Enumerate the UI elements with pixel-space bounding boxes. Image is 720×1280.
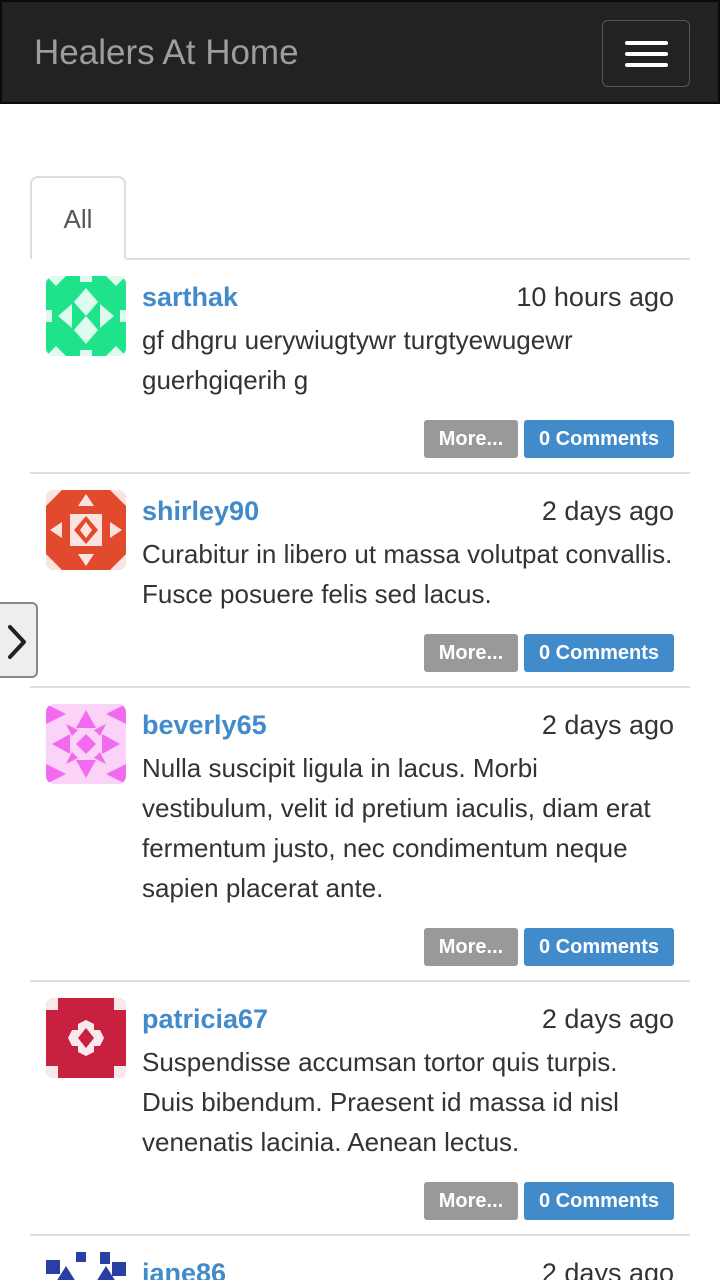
navbar: Healers At Home <box>0 0 720 104</box>
avatar-pattern-image <box>46 998 126 1078</box>
avatar-pattern-image <box>46 704 126 784</box>
chevron-right-icon <box>8 625 26 659</box>
avatar-pattern-image <box>46 490 126 570</box>
post-body: Nulla suscipit ligula in lacus. Morbi ve… <box>142 753 651 903</box>
side-panel-toggle[interactable] <box>0 602 38 678</box>
avatar[interactable] <box>46 998 126 1078</box>
list-item: shirley90 2 days ago Curabitur in libero… <box>30 474 690 688</box>
menu-bar <box>625 52 668 56</box>
more-button[interactable]: More... <box>424 634 518 672</box>
list-item: sarthak 10 hours ago gf dhgru uerywiugty… <box>30 260 690 474</box>
avatar-pattern-image <box>46 276 126 356</box>
post-body: Suspendisse accumsan tortor quis turpis.… <box>142 1047 619 1157</box>
timestamp: 2 days ago <box>541 710 674 740</box>
comments-button[interactable]: 0 Comments <box>524 634 674 672</box>
avatar[interactable] <box>46 704 126 784</box>
comments-button[interactable]: 0 Comments <box>524 928 674 966</box>
menu-bar <box>625 41 668 45</box>
post-body: Curabitur in libero ut massa volutpat co… <box>142 539 673 609</box>
tab-bar: All <box>30 176 690 260</box>
app-title[interactable]: Healers At Home <box>34 32 299 74</box>
timestamp: 10 hours ago <box>516 282 674 312</box>
hamburger-menu-icon[interactable] <box>602 20 690 87</box>
more-button[interactable]: More... <box>424 420 518 458</box>
timestamp: 2 days ago <box>541 1004 674 1034</box>
comments-button[interactable]: 0 Comments <box>524 1182 674 1220</box>
avatar[interactable] <box>46 1252 126 1280</box>
username-link[interactable]: sarthak <box>142 280 238 314</box>
comments-button[interactable]: 0 Comments <box>524 420 674 458</box>
avatar[interactable] <box>46 276 126 356</box>
list-item: patricia67 2 days ago Suspendisse accums… <box>30 982 690 1236</box>
list-item: jane86 2 days ago <box>30 1236 690 1280</box>
more-button[interactable]: More... <box>424 928 518 966</box>
username-link[interactable]: patricia67 <box>142 1002 268 1036</box>
post-body: gf dhgru uerywiugtywr turgtyewugewr guer… <box>142 325 573 395</box>
list-item: beverly65 2 days ago Nulla suscipit ligu… <box>30 688 690 982</box>
menu-bar <box>625 63 668 67</box>
username-link[interactable]: jane86 <box>142 1256 226 1280</box>
timestamp: 2 days ago <box>541 496 674 526</box>
username-link[interactable]: shirley90 <box>142 494 259 528</box>
avatar[interactable] <box>46 490 126 570</box>
timestamp: 2 days ago <box>541 1258 674 1280</box>
tab-all[interactable]: All <box>30 176 126 260</box>
username-link[interactable]: beverly65 <box>142 708 267 742</box>
more-button[interactable]: More... <box>424 1182 518 1220</box>
avatar-pattern-image <box>46 1252 126 1280</box>
